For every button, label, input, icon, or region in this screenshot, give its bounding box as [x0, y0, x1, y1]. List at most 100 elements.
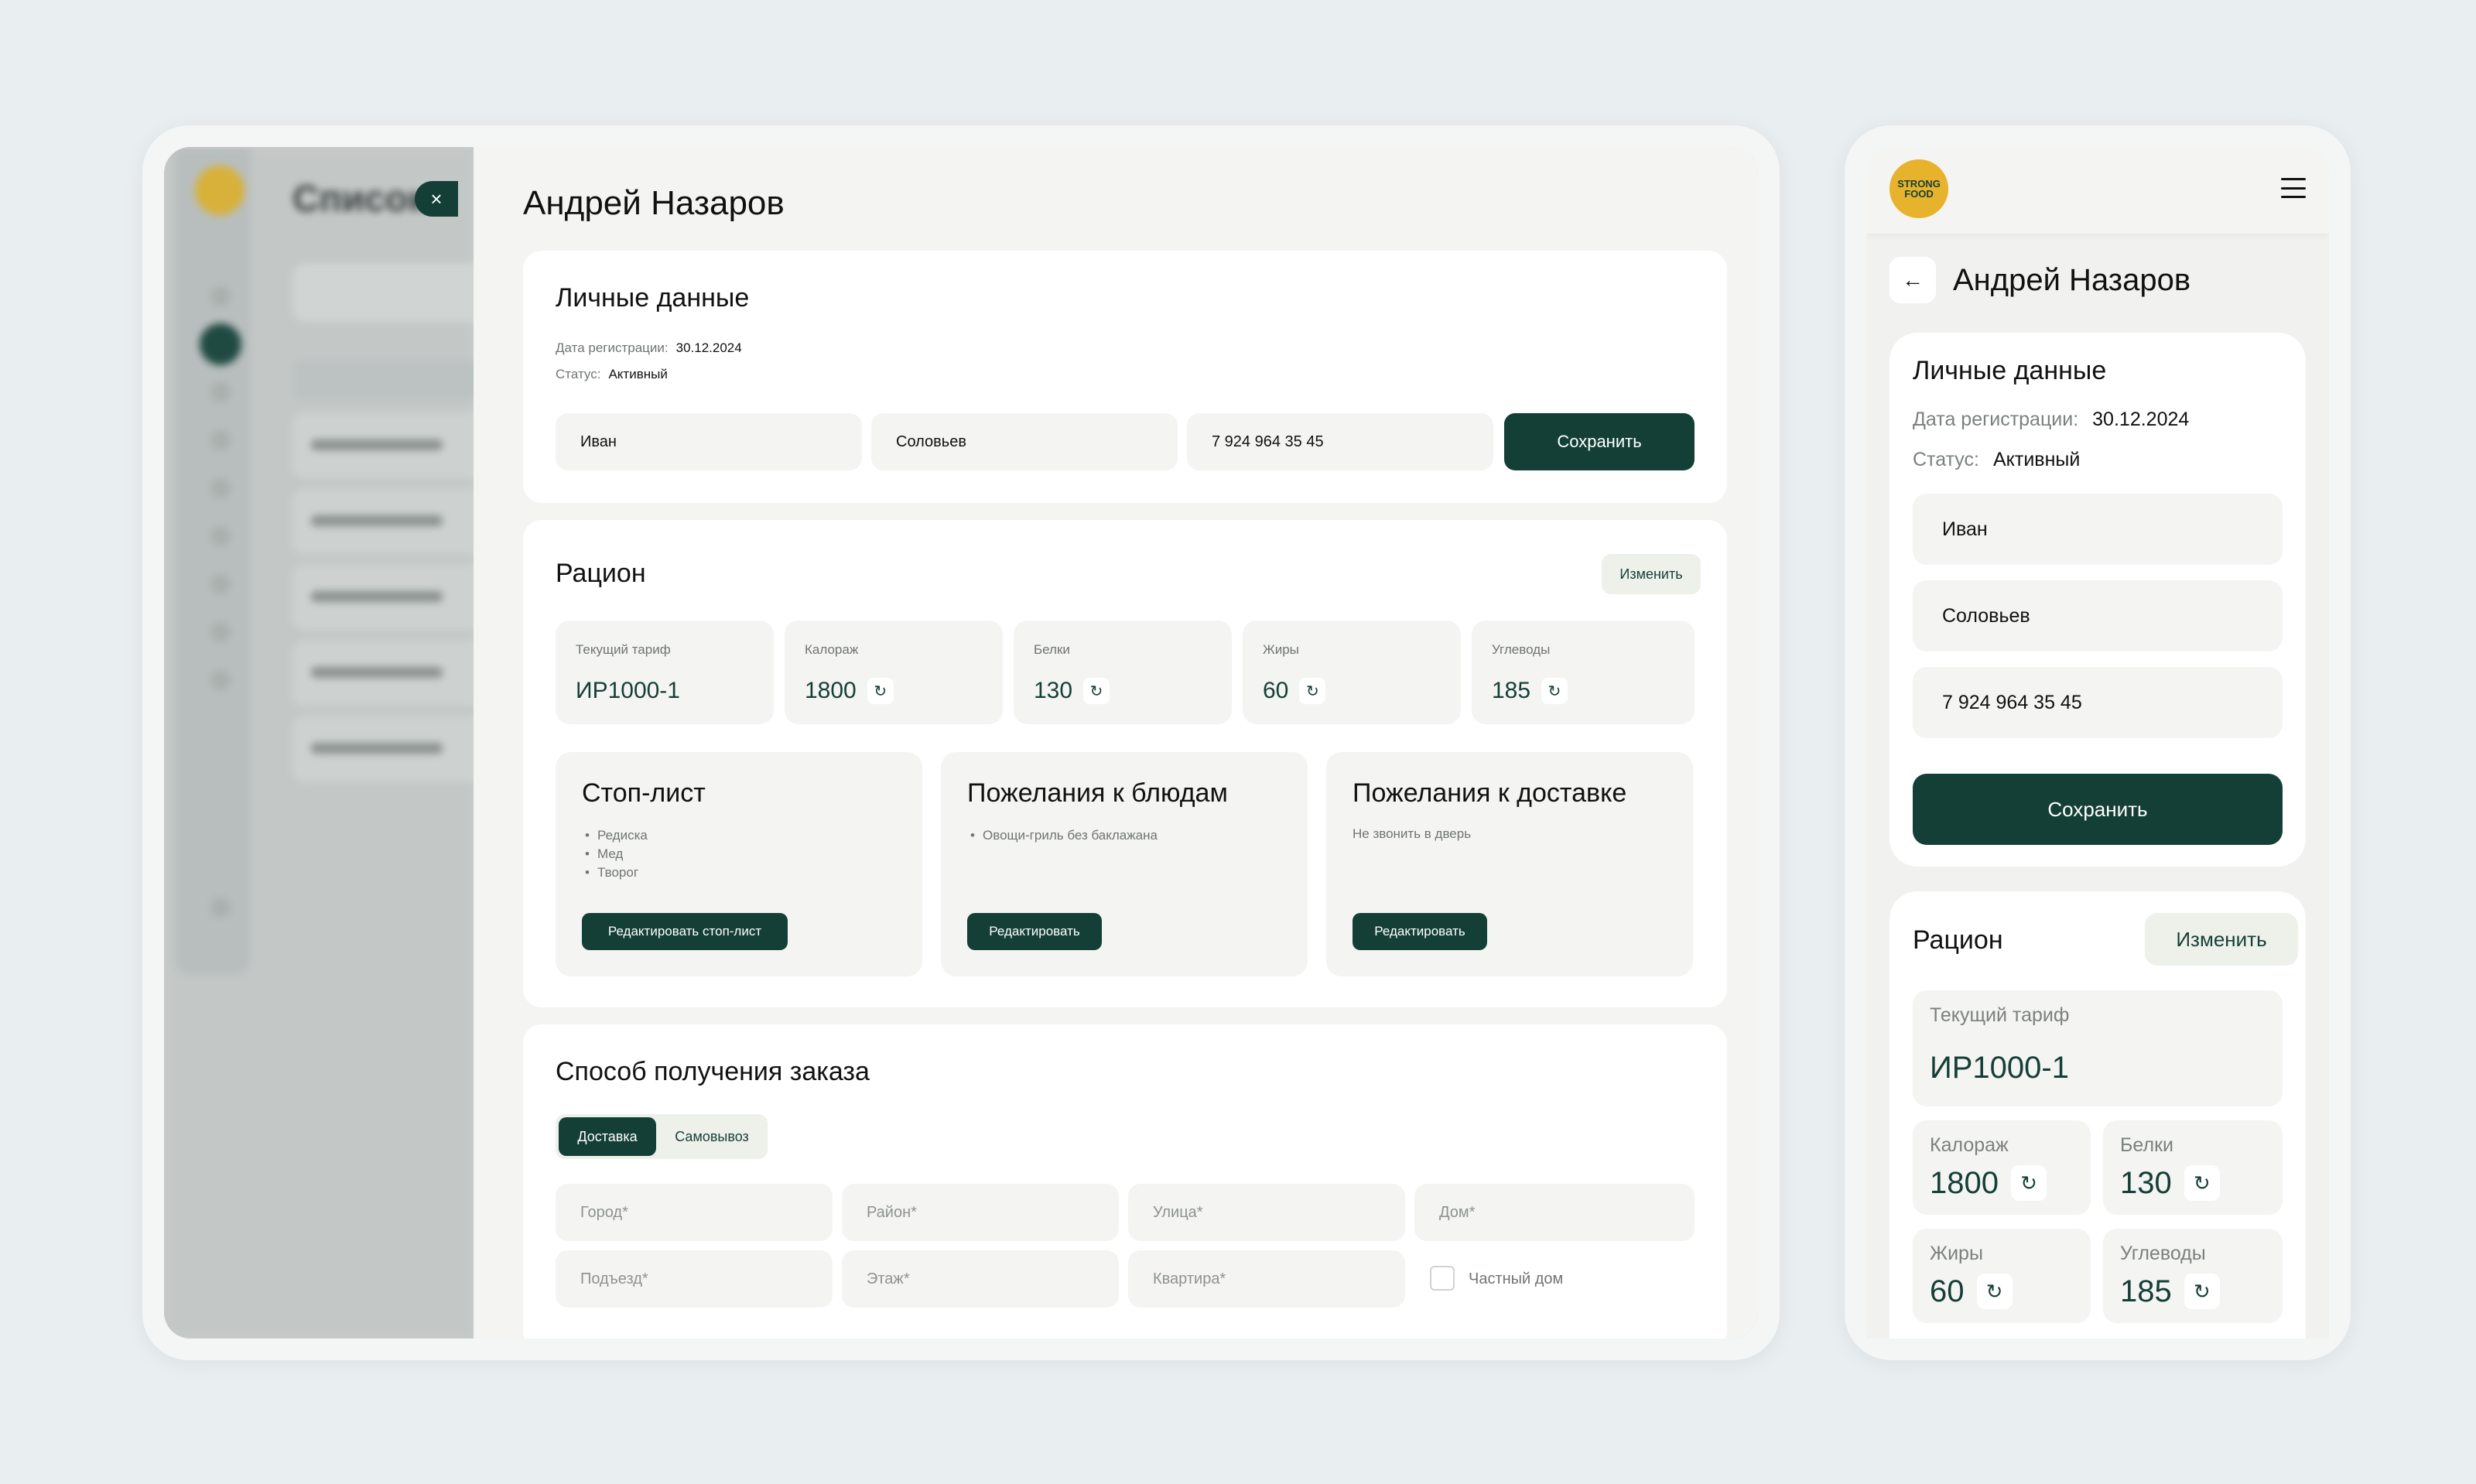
personal-data-card: Личные данные Дата регистрации: 30.12.202… — [523, 251, 1727, 503]
refresh-icon[interactable]: ↻ — [867, 678, 894, 704]
refresh-icon[interactable]: ↻ — [1083, 678, 1110, 704]
tariff-tile: Текущий тариф ИР1000-1 — [556, 621, 774, 724]
fat-tile: Жиры 60 ↻ — [1913, 1229, 2091, 1323]
desktop-device-frame: Список × Андрей Назаров Личные данные Да… — [142, 125, 1780, 1360]
stop-list-title: Стоп-лист — [582, 778, 706, 808]
fat-label: Жиры — [1263, 642, 1299, 657]
tab-pickup[interactable]: Самовывоз — [659, 1117, 764, 1156]
carbs-tile: Углеводы 185 ↻ — [1472, 621, 1695, 724]
protein-label: Белки — [2120, 1134, 2173, 1156]
bg-nav-icon — [210, 622, 231, 642]
carbs-value: 185 ↻ — [1492, 678, 1568, 704]
phone-input[interactable]: 7 924 964 35 45 — [1913, 667, 2283, 738]
diet-edit-button[interactable]: Изменить — [2145, 913, 2298, 966]
phone-input[interactable]: 7 924 964 35 45 — [1187, 413, 1493, 470]
first-name-input[interactable]: Иван — [556, 413, 862, 470]
refresh-icon[interactable]: ↻ — [1541, 678, 1568, 704]
personal-data-title: Личные данные — [556, 283, 750, 313]
registration-date-label: Дата регистрации: — [1913, 409, 2079, 430]
status-label: Статус: — [556, 367, 601, 381]
last-name-input[interactable]: Соловьев — [1913, 580, 2283, 651]
stop-list-items: Редиска Мед Творог — [582, 826, 648, 882]
street-input[interactable]: Улица* — [1128, 1184, 1405, 1241]
list-item: Редиска — [582, 826, 648, 845]
logo[interactable]: STRONG FOOD — [1889, 159, 1948, 218]
bg-nav-icon — [210, 382, 231, 402]
fat-tile: Жиры 60 ↻ — [1243, 621, 1461, 724]
refresh-icon[interactable]: ↻ — [1299, 678, 1326, 704]
bg-nav-icon — [210, 430, 231, 450]
fat-value: 60 ↻ — [1263, 678, 1326, 704]
bg-nav-icon — [210, 286, 231, 306]
entrance-input[interactable]: Подъезд* — [556, 1250, 833, 1308]
carbs-label: Углеводы — [2120, 1243, 2206, 1264]
refresh-icon[interactable]: ↻ — [1976, 1274, 2013, 1309]
close-icon: × — [430, 186, 443, 210]
bg-table-row — [292, 489, 494, 554]
save-button[interactable]: Сохранить — [1504, 413, 1695, 470]
registration-date: Дата регистрации: 30.12.2024 — [556, 340, 742, 356]
district-input[interactable]: Район* — [842, 1184, 1119, 1241]
fat-value: 60 ↻ — [1930, 1274, 2013, 1309]
bg-nav-icon — [210, 670, 231, 690]
background-app: Список — [164, 147, 494, 1339]
personal-data-title: Личные данные — [1913, 356, 2107, 385]
bg-table-row — [292, 413, 494, 478]
stop-list-card: Стоп-лист Редиска Мед Творог Редактирова… — [556, 752, 922, 976]
calories-tile: Калораж 1800 ↻ — [785, 621, 1003, 724]
status-label: Статус: — [1913, 449, 1979, 470]
registration-date: Дата регистрации: 30.12.2024 — [1913, 409, 2189, 431]
protein-label: Белки — [1034, 642, 1070, 657]
list-item: Мед — [582, 845, 648, 863]
edit-delivery-wishes-button[interactable]: Редактировать — [1353, 913, 1487, 950]
bg-nav-icon — [210, 478, 231, 498]
refresh-icon[interactable]: ↻ — [2010, 1165, 2047, 1201]
tab-delivery[interactable]: Доставка — [559, 1117, 656, 1156]
delivery-wishes-text: Не звонить в дверь — [1353, 826, 1472, 841]
dish-wishes-title: Пожелания к блюдам — [967, 778, 1228, 808]
status: Статус: Активный — [556, 367, 668, 382]
registration-date-value: 30.12.2024 — [675, 340, 742, 355]
edit-stop-list-button[interactable]: Редактировать стоп-лист — [582, 913, 788, 950]
diet-card: Рацион Изменить Текущий тариф ИР1000-1 К… — [523, 520, 1727, 1007]
dish-wishes-card: Пожелания к блюдам Овощи-гриль без бакла… — [941, 752, 1308, 976]
private-house-label: Частный дом — [1469, 1270, 1564, 1287]
bg-page-title: Список — [292, 179, 427, 220]
calories-value: 1800 ↻ — [805, 678, 894, 704]
protein-tile: Белки 130 ↻ — [2103, 1120, 2283, 1215]
protein-value: 130 ↻ — [2120, 1165, 2220, 1201]
bg-search-input — [292, 263, 494, 322]
diet-title: Рацион — [1913, 925, 2003, 955]
city-input[interactable]: Город* — [556, 1184, 833, 1241]
carbs-label: Углеводы — [1492, 642, 1551, 657]
status: Статус: Активный — [1913, 449, 2080, 471]
bg-logo — [195, 166, 245, 215]
bg-table-row — [292, 565, 494, 630]
bg-table-header — [292, 361, 494, 399]
apartment-input[interactable]: Квартира* — [1128, 1250, 1405, 1308]
back-button[interactable]: ← — [1889, 257, 1936, 303]
carbs-tile: Углеводы 185 ↻ — [2103, 1229, 2283, 1323]
close-drawer-button[interactable]: × — [415, 181, 458, 217]
carbs-value: 185 ↻ — [2120, 1274, 2220, 1309]
mobile-diet-card: Рацион Изменить Текущий тариф ИР1000-1 К… — [1889, 891, 2306, 1339]
house-input[interactable]: Дом* — [1414, 1184, 1695, 1241]
private-house-checkbox[interactable] — [1430, 1266, 1455, 1291]
refresh-icon[interactable]: ↻ — [2184, 1165, 2220, 1201]
delivery-wishes-title: Пожелания к доставке — [1353, 778, 1627, 808]
fat-label: Жиры — [1930, 1243, 1983, 1264]
diet-edit-button[interactable]: Изменить — [1602, 554, 1701, 594]
save-button[interactable]: Сохранить — [1913, 774, 2283, 845]
protein-value: 130 ↻ — [1034, 678, 1110, 704]
menu-icon[interactable] — [2281, 178, 2306, 198]
bg-nav-icon — [210, 898, 231, 918]
bg-table-row — [292, 716, 494, 781]
last-name-input[interactable]: Соловьев — [871, 413, 1178, 470]
first-name-input[interactable]: Иван — [1913, 494, 2283, 565]
mobile-device-frame: STRONG FOOD ← Андрей Назаров Личные данны… — [1845, 125, 2351, 1360]
bg-nav-icon — [210, 526, 231, 546]
bg-sidebar — [175, 147, 251, 975]
edit-dish-wishes-button[interactable]: Редактировать — [967, 913, 1102, 950]
refresh-icon[interactable]: ↻ — [2184, 1274, 2220, 1309]
floor-input[interactable]: Этаж* — [842, 1250, 1119, 1308]
